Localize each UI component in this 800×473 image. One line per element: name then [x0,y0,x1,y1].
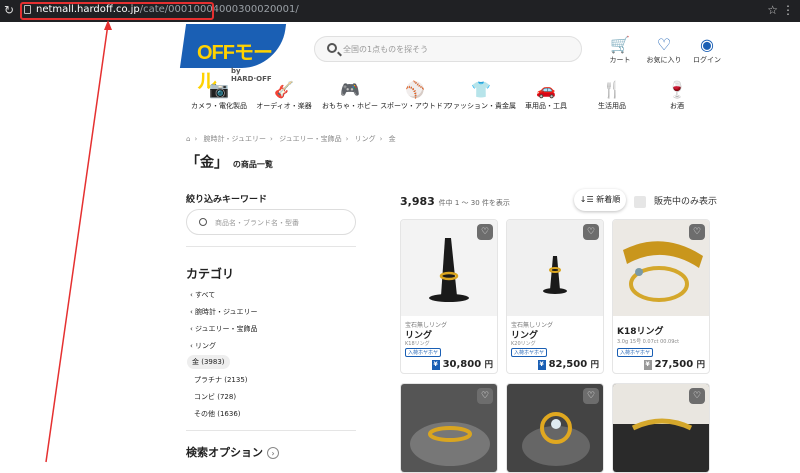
price-suffix: 円 [590,359,599,369]
product-card[interactable]: ♡ [506,383,604,473]
product-name: K18リング [617,327,664,337]
result-total: 3,983 [400,195,435,208]
reload-icon[interactable]: ↻ [4,3,14,17]
product-price: ¥27,500 円 [643,358,705,370]
new-arrival-badge: 入荷ホヤホヤ [617,348,654,357]
cart-icon: 🛒 [610,35,630,54]
cart-button[interactable]: 🛒 カート [600,37,640,65]
sort-label: 新着順 [596,195,621,204]
product-price: ¥82,500 円 [537,358,599,370]
price-value: 27,500 [654,359,694,370]
divider [186,430,356,431]
sidebar-item-ring[interactable]: ‹ リング [190,341,216,351]
search-options-toggle[interactable]: 検索オプション › [186,444,279,460]
price-suffix: 円 [696,359,705,369]
product-sub: K18リング [405,341,430,347]
sidebar-item-label: リング [195,342,217,350]
chevron-right-icon: › [267,447,279,459]
site-logo[interactable]: OFFモール by HARD·OFF [179,24,287,93]
category-nav-liquor[interactable]: 🍷 お酒 [632,80,722,111]
bookmark-star-icon[interactable]: ☆ [767,3,778,17]
favorites-button[interactable]: ♡ お気に入り [644,37,684,65]
login-label: ログイン [693,56,721,64]
sidebar-item-all[interactable]: ‹ すべて [190,290,215,300]
price-value: 82,500 [548,359,588,370]
breadcrumb: ⌂ › 腕時計・ジュエリー › ジュエリー・宝飾品 › リング › 金 [186,135,396,143]
heart-icon[interactable]: ♡ [477,224,493,240]
search-icon [199,218,207,226]
heart-icon: ♡ [656,35,672,54]
checkbox-box [634,195,646,208]
result-range: 件中 1 〜 30 件を表示 [438,199,510,207]
new-arrival-badge: 入荷ホヤホヤ [405,348,442,357]
page-title-main: 「金」 [186,155,228,171]
new-arrival-badge: 入荷ホヤホヤ [511,348,548,357]
annotation-highlight-box [20,2,214,20]
onsale-label: 販売中のみ表示 [654,197,718,207]
page-title-suffix: の商品一覧 [232,160,273,169]
sidebar-item-other[interactable]: その他 (1636) [194,409,241,419]
heart-icon[interactable]: ♡ [689,388,705,404]
breadcrumb-item[interactable]: 腕時計・ジュエリー [204,135,267,143]
search-icon [327,43,337,53]
favorites-label: お気に入り [646,56,682,64]
category-label: お酒 [670,102,684,110]
login-button[interactable]: ◉ ログイン [687,37,727,65]
home-icon[interactable]: ⌂ [186,135,190,143]
sidebar-item-platinum[interactable]: プラチナ (2135) [194,375,248,385]
heart-icon[interactable]: ♡ [583,224,599,240]
price-value: 30,800 [442,359,482,370]
heart-icon[interactable]: ♡ [583,388,599,404]
sort-button[interactable]: ↓☰ 新着順 [574,189,626,211]
sidebar-item-gold-current: 金 (3983) [187,355,230,369]
product-card[interactable]: ♡ [400,383,498,473]
sidebar-item-watch-jewelry[interactable]: ‹ 腕時計・ジュエリー [190,307,258,317]
breadcrumb-item[interactable]: リング [355,135,376,143]
user-icon: ◉ [700,35,714,54]
product-card[interactable]: ♡ 宝石無しリング リング K18リング 入荷ホヤホヤ ¥30,800 円 [400,219,498,374]
onsale-only-checkbox[interactable]: 販売中のみ表示 [634,194,717,208]
yen-icon: ¥ [537,360,546,370]
breadcrumb-current: 金 [388,135,396,143]
heart-icon[interactable]: ♡ [689,224,705,240]
category-heading: カテゴリ [186,267,235,281]
keyword-heading: 絞り込みキーワード [186,195,268,205]
product-sub: 3.0g 15号 0.07ct 00.09ct [617,339,680,345]
sidebar-item-combi[interactable]: コンビ (728) [194,392,236,402]
search-input[interactable]: 全国の1点ものを探そう [314,36,582,62]
breadcrumb-item[interactable]: ジュエリー・宝飾品 [279,135,342,143]
sidebar-item-jewelry[interactable]: ‹ ジュエリー・宝飾品 [190,324,258,334]
search-placeholder: 全国の1点ものを探そう [343,45,429,54]
wine-icon: 🍷 [667,80,687,99]
sidebar-item-label: 腕時計・ジュエリー [195,308,258,316]
yen-icon: ¥ [431,360,440,370]
keyword-search-input[interactable]: 商品名・ブランド名・型番 [186,209,356,235]
heart-icon[interactable]: ♡ [477,388,493,404]
product-card[interactable]: ♡ [612,383,710,473]
product-card[interactable]: ♡ 宝石無しリング リング K20リング 入荷ホヤホヤ ¥82,500 円 [506,219,604,374]
product-price: ¥30,800 円 [431,358,493,370]
sort-icon: ↓☰ [579,195,594,204]
divider [186,246,356,247]
browser-menu-icon[interactable]: ⋮ [782,3,794,17]
result-count: 3,983 件中 1 〜 30 件を表示 [400,195,510,208]
sidebar-item-label: ジュエリー・宝飾品 [195,325,258,333]
product-card[interactable]: ♡ K18リング 3.0g 15号 0.07ct 00.09ct 入荷ホヤホヤ … [612,219,710,374]
page-title: 「金」 の商品一覧 [186,152,273,172]
product-sub: K20リング [511,341,536,347]
keyword-placeholder: 商品名・ブランド名・型番 [215,219,299,227]
price-suffix: 円 [484,359,493,369]
cart-label: カート [609,56,631,64]
search-options-label: 検索オプション [186,446,263,459]
yen-icon: ¥ [643,360,652,370]
sidebar-item-label: すべて [195,291,216,299]
